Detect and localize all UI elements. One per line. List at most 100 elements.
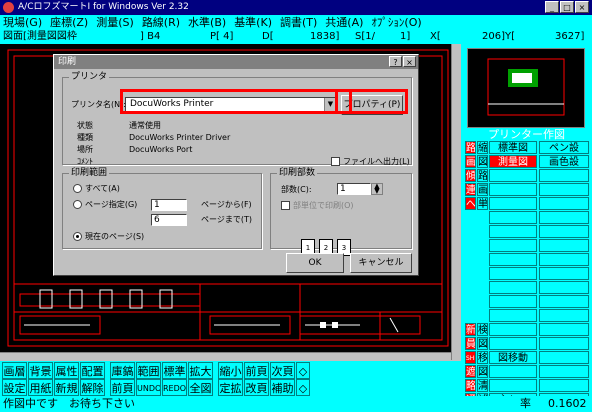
cmd-background[interactable]: 背景 [28, 362, 53, 379]
empty-slot[interactable] [489, 323, 537, 336]
empty-slot[interactable] [489, 309, 537, 322]
side-item[interactable]: 傾 [465, 169, 476, 182]
menu-item-kyotsu[interactable]: 共通(A) [325, 15, 363, 30]
close-button[interactable]: × [575, 1, 589, 13]
menu-item-suijun[interactable]: 水準(B) [188, 15, 226, 30]
side-item[interactable]: 連 [465, 183, 476, 196]
empty-slot[interactable] [489, 365, 537, 378]
properties-button[interactable]: プロパティ(P) [341, 95, 403, 115]
side-item[interactable]: 路 [465, 141, 476, 154]
cancel-button[interactable]: キャンセル [350, 253, 412, 273]
cmd-standard[interactable]: 標準 [162, 362, 187, 379]
cmd-placement[interactable]: 配置 [80, 362, 105, 379]
empty-slot[interactable] [539, 211, 589, 224]
empty-slot[interactable] [489, 211, 537, 224]
cmd-zoom-out[interactable]: 縮小 [218, 362, 243, 379]
empty-slot[interactable] [489, 295, 537, 308]
cmd-fit-all[interactable]: 全図 [188, 379, 213, 396]
menu-item-rosen[interactable]: 路線(R) [142, 15, 180, 30]
empty-slot[interactable] [539, 183, 589, 196]
tab-pen-settings[interactable]: ペン設 [539, 141, 589, 154]
printer-select[interactable]: DocuWorks Printer ▼ [125, 97, 337, 112]
to-page-input[interactable]: 6 [151, 214, 187, 226]
empty-slot[interactable] [539, 253, 589, 266]
menu-item-chosho[interactable]: 調書(T) [280, 15, 317, 30]
cmd-page-break[interactable]: 改頁 [244, 379, 269, 396]
side-item[interactable]: 縮 [477, 141, 488, 154]
side-item[interactable]: 画 [477, 183, 488, 196]
survey-drawing-item[interactable]: 測量図 [489, 155, 537, 168]
dropdown-arrow-icon[interactable]: ▼ [324, 98, 336, 111]
empty-slot[interactable] [539, 267, 589, 280]
horizontal-scrollbar[interactable] [0, 352, 451, 361]
from-page-input[interactable]: 1 [151, 199, 187, 211]
empty-slot[interactable] [539, 337, 589, 350]
empty-slot[interactable] [489, 253, 537, 266]
cmd-row1-5[interactable]: 庫鎬 [110, 362, 135, 379]
minimize-button[interactable]: _ [545, 1, 559, 13]
cmd-undo[interactable]: UNDO [136, 379, 161, 396]
minimap[interactable] [467, 48, 585, 128]
empty-slot[interactable] [489, 239, 537, 252]
scroll-up-icon[interactable]: ◇ [296, 362, 310, 379]
menu-item-genba[interactable]: 現場(G) [3, 15, 42, 30]
radio-current-page[interactable] [73, 232, 82, 241]
empty-slot[interactable] [489, 169, 537, 182]
empty-slot[interactable] [539, 365, 589, 378]
move-drawing-button[interactable]: 図移動 [489, 351, 537, 364]
lower-side-item[interactable]: 図 [477, 365, 488, 378]
empty-slot[interactable] [539, 281, 589, 294]
color-settings-item[interactable]: 画色設 [539, 155, 589, 168]
cmd-release[interactable]: 解除 [80, 379, 105, 396]
side-item[interactable]: 図 [477, 155, 488, 168]
cmd-attribute[interactable]: 属性 [54, 362, 79, 379]
lower-side-item[interactable]: 移 [477, 351, 488, 364]
empty-slot[interactable] [539, 225, 589, 238]
dialog-close-icon[interactable]: × [403, 56, 416, 67]
lower-side-item[interactable]: 員 [465, 337, 476, 350]
side-item[interactable]: 単 [477, 197, 488, 210]
empty-slot[interactable] [489, 281, 537, 294]
empty-slot[interactable] [489, 379, 537, 392]
copies-spinner[interactable]: ▲ ▼ [371, 183, 383, 195]
empty-slot[interactable] [539, 323, 589, 336]
empty-slot[interactable] [539, 239, 589, 252]
tab-standard[interactable]: 標準図 [489, 141, 537, 154]
scroll-down-icon[interactable]: ◇ [296, 379, 310, 396]
menu-item-sokuryo[interactable]: 測量(S) [96, 15, 134, 30]
cmd-zoom-in[interactable]: 拡大 [188, 362, 213, 379]
cmd-layer[interactable]: 画層 [2, 362, 27, 379]
radio-page-spec[interactable] [73, 200, 82, 209]
empty-slot[interactable] [539, 309, 589, 322]
ok-button[interactable]: OK [286, 253, 344, 273]
lower-side-item[interactable]: 検 [477, 323, 488, 336]
radio-all[interactable] [73, 184, 82, 193]
cmd-prev-page[interactable]: 前頁 [244, 362, 269, 379]
empty-slot[interactable] [539, 295, 589, 308]
menu-item-kijun[interactable]: 基準(K) [234, 15, 272, 30]
cmd-new[interactable]: 新規 [54, 379, 79, 396]
cmd-assist[interactable]: 補助 [270, 379, 295, 396]
lower-side-item[interactable]: SHM [465, 351, 476, 364]
empty-slot[interactable] [489, 225, 537, 238]
cmd-previous[interactable]: 前頁 [110, 379, 135, 396]
empty-slot[interactable] [489, 183, 537, 196]
collate-checkbox[interactable] [281, 201, 290, 210]
menu-item-zahyo[interactable]: 座標(Z) [50, 15, 88, 30]
copies-input[interactable]: 1 [337, 183, 371, 195]
cmd-range[interactable]: 範囲 [136, 362, 161, 379]
side-item[interactable]: 画 [465, 155, 476, 168]
empty-slot[interactable] [539, 351, 589, 364]
lower-side-item[interactable]: 遮 [465, 365, 476, 378]
cmd-redo[interactable]: REDO [162, 379, 187, 396]
menu-item-option[interactable]: ｵﾌﾟｼｮﾝ(O) [371, 15, 421, 30]
empty-slot[interactable] [539, 197, 589, 210]
lower-side-item[interactable]: 図 [477, 337, 488, 350]
lower-side-item[interactable]: 清 [477, 379, 488, 392]
cmd-fixed-zoom[interactable]: 定拡 [218, 379, 243, 396]
maximize-button[interactable]: □ [560, 1, 574, 13]
empty-slot[interactable] [489, 337, 537, 350]
file-output-checkbox[interactable] [331, 157, 340, 166]
cmd-settings[interactable]: 設定 [2, 379, 27, 396]
empty-slot[interactable] [489, 267, 537, 280]
